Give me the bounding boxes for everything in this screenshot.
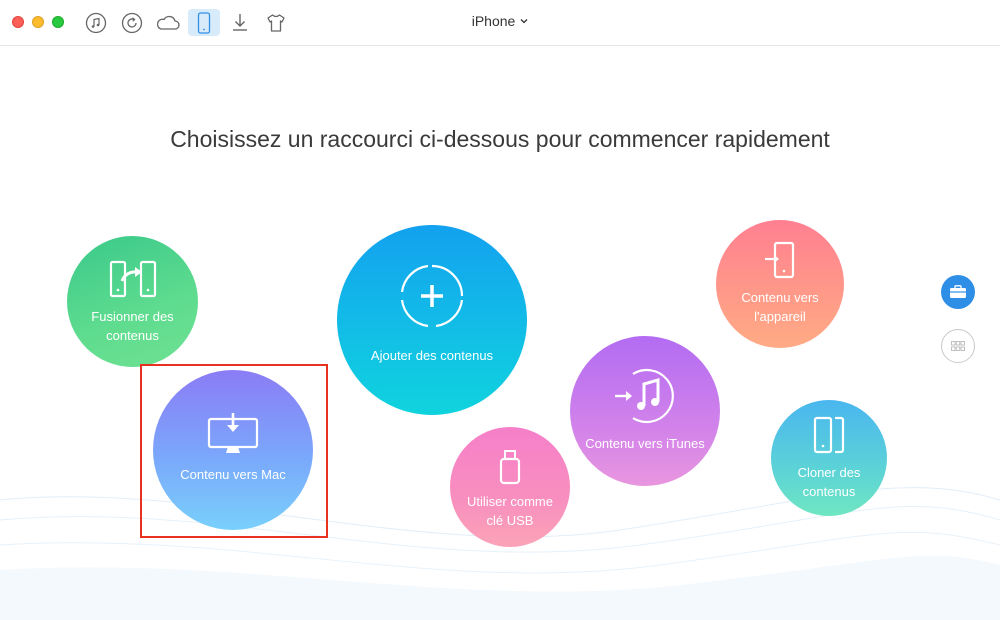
close-window-button[interactable] — [12, 16, 24, 28]
shortcut-content-to-itunes[interactable]: Contenu vers iTunes — [570, 336, 720, 486]
shortcut-clone-content[interactable]: Cloner des contenus — [771, 400, 887, 516]
shortcut-label: contenus — [106, 327, 159, 343]
device-selector[interactable]: iPhone — [440, 13, 560, 29]
shortcut-label: Fusionner des — [91, 308, 174, 324]
usb-icon — [499, 450, 521, 485]
chevron-down-icon — [520, 19, 528, 24]
toolbar-backup-button[interactable] — [116, 9, 148, 36]
shortcut-label: Ajouter des contenus — [370, 347, 494, 363]
shortcut-label: Cloner des — [797, 465, 861, 480]
toolkit-icon — [950, 285, 966, 298]
backup-icon — [121, 12, 143, 33]
iphone-icon — [197, 11, 211, 34]
shortcut-label: Contenu vers iTunes — [585, 435, 705, 451]
toolbar-ringtone-button[interactable] — [260, 9, 292, 36]
minimize-window-button[interactable] — [32, 16, 44, 28]
categories-button[interactable] — [941, 329, 975, 363]
toolbar-download-button[interactable] — [224, 9, 256, 36]
add-icon — [400, 264, 464, 327]
download-icon — [233, 13, 247, 31]
tshirt-icon — [267, 13, 285, 32]
page-title: Choisissez un raccourci ci-dessous pour … — [170, 126, 830, 152]
phone-transfer-icon — [765, 241, 795, 279]
device-name: iPhone — [471, 13, 516, 29]
grid-icon — [951, 341, 965, 351]
title-bar: iPhone — [0, 0, 1000, 46]
cloud-icon — [156, 15, 180, 30]
selection-highlight — [140, 364, 328, 538]
shortcut-label: contenus — [802, 484, 856, 499]
shortcut-label: l'appareil — [754, 309, 806, 324]
clone-icon — [813, 416, 845, 454]
shortcut-label: Utiliser comme — [467, 494, 553, 509]
shortcut-label: Contenu vers — [741, 290, 819, 305]
toolbar-device-button[interactable] — [188, 9, 220, 36]
music-icon — [85, 12, 107, 33]
shortcut-label: clé USB — [486, 513, 534, 528]
toolbar-music-button[interactable] — [80, 9, 112, 36]
toolkit-button[interactable] — [941, 275, 975, 309]
itunes-icon — [615, 368, 674, 423]
shortcut-merge-content[interactable]: Fusionner des contenus — [67, 236, 198, 367]
shortcut-add-content[interactable]: Ajouter des contenus — [337, 225, 527, 415]
toolbar-cloud-button[interactable] — [152, 9, 184, 36]
shortcut-use-as-usb[interactable]: Utiliser comme clé USB — [450, 427, 570, 547]
maximize-window-button[interactable] — [52, 16, 64, 28]
shortcut-content-to-device[interactable]: Contenu vers l'appareil — [716, 220, 844, 348]
merge-icon — [109, 260, 156, 297]
